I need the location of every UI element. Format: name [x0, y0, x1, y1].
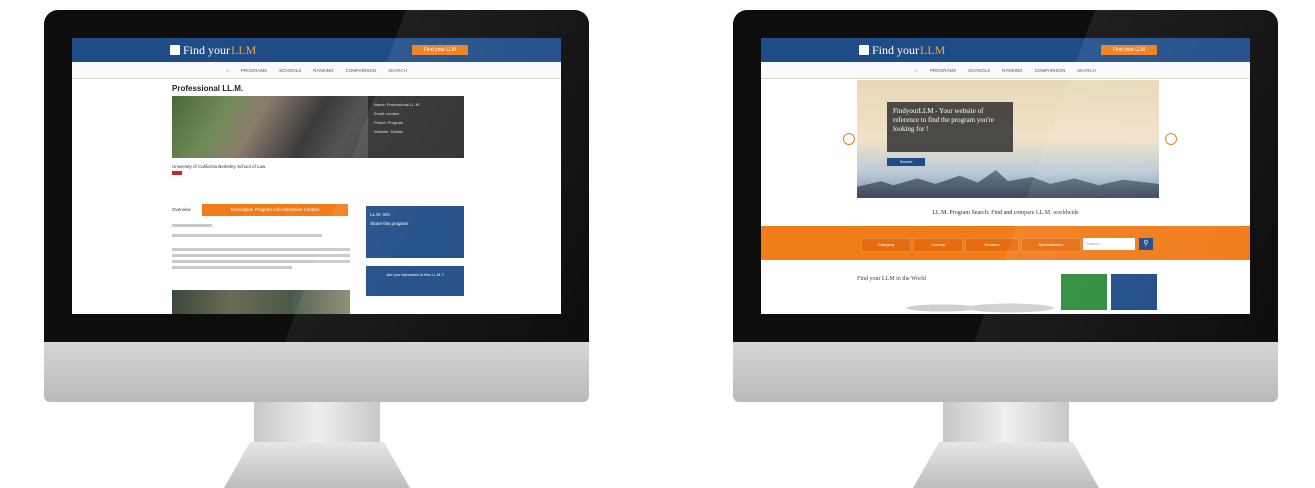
filter-category[interactable]: Category	[861, 238, 911, 252]
info-line: Email: contact	[374, 111, 400, 116]
screen-program-page: Find your LLM Find your LLM ⌂ PROGRAMS S…	[72, 38, 561, 314]
sidebar-info-box: LL.M. Info Share this program	[366, 206, 464, 258]
sidebar-contact-box[interactable]: Are you interested in this LL.M.?	[366, 266, 464, 296]
university-name[interactable]: University of California Berkeley School…	[172, 164, 265, 169]
carousel-prev-icon[interactable]	[843, 133, 855, 145]
text-line	[172, 234, 322, 237]
nav-item-search[interactable]: SEARCH	[1077, 68, 1096, 73]
text-line	[172, 254, 350, 257]
graduation-photo	[172, 290, 350, 314]
site-logo[interactable]: Find your LLM	[170, 42, 256, 58]
nav-item-schools[interactable]: SCHOOLS	[279, 68, 301, 73]
text-line	[172, 266, 292, 269]
logo-icon	[170, 45, 180, 55]
monitor-neck	[943, 402, 1069, 446]
city-skyline	[857, 170, 1159, 198]
text-line	[172, 260, 350, 263]
monitor-chin	[44, 342, 589, 402]
nav-item-comparison[interactable]: COMPARISON	[346, 68, 376, 73]
world-heading: Find your LLM in the World	[857, 276, 926, 282]
ad-banner-green[interactable]	[1061, 274, 1107, 310]
cta-button[interactable]: Find your LLM	[1101, 45, 1157, 55]
site-header: Find your LLM Find your LLM	[72, 38, 561, 62]
nav-item-search[interactable]: SEARCH	[388, 68, 407, 73]
nav-item-programs[interactable]: PROGRAMS	[241, 68, 267, 73]
filter-country[interactable]: Country	[913, 238, 963, 252]
monitor-stand	[224, 442, 410, 488]
filter-duration[interactable]: Duration	[965, 238, 1019, 252]
text-line	[172, 224, 212, 227]
nav-home-icon[interactable]: ⌂	[226, 68, 229, 73]
nav-item-programs[interactable]: PROGRAMS	[930, 68, 956, 73]
monitor-chin	[733, 342, 1278, 402]
monitor-neck	[254, 402, 380, 446]
logo-text: Find your	[183, 42, 231, 57]
nav-item-comparison[interactable]: COMPARISON	[1035, 68, 1065, 73]
text-line	[172, 248, 350, 251]
cta-button[interactable]: Find your LLM	[412, 45, 468, 55]
nav-home-icon[interactable]: ⌂	[915, 68, 918, 73]
logo-text: Find your	[872, 42, 920, 57]
program-banner: Name: Professional LL.M. Email: contact …	[172, 96, 464, 158]
info-line: Name: Professional LL.M.	[374, 102, 421, 107]
carousel-next-icon[interactable]	[1165, 133, 1177, 145]
flag-icon	[172, 171, 182, 175]
info-line: Website: Details	[374, 129, 403, 134]
world-map[interactable]	[891, 296, 1061, 314]
info-line: Phone: Program	[374, 120, 404, 125]
share-label[interactable]: Share this program	[370, 219, 460, 228]
monitor-stand	[913, 442, 1099, 488]
nav-item-ranking[interactable]: RANKING	[1002, 68, 1023, 73]
ad-banner-blue[interactable]	[1111, 274, 1157, 310]
program-info-box: Name: Professional LL.M. Email: contact …	[368, 96, 464, 158]
search-icon[interactable]: ⚲	[1139, 238, 1153, 250]
logo-icon	[859, 45, 869, 55]
sidebox-title: LL.M. Info	[370, 212, 391, 217]
screen-home-page: Find your LLM Find your LLM ⌂ PROGRAMS S…	[761, 38, 1250, 314]
nav-item-schools[interactable]: SCHOOLS	[968, 68, 990, 73]
nav-item-ranking[interactable]: RANKING	[313, 68, 334, 73]
tab-overview[interactable]: Overview	[172, 204, 200, 216]
main-nav: ⌂ PROGRAMS SCHOOLS RANKING COMPARISON SE…	[761, 62, 1250, 79]
monitor-bezel: Find your LLM Find your LLM ⌂ PROGRAMS S…	[44, 10, 589, 342]
program-tabs: Overview Description Program Info Admiss…	[172, 204, 348, 216]
tab-bar[interactable]: Description Program Info Admission Conta…	[202, 204, 348, 216]
hero-button[interactable]: Search	[887, 158, 925, 166]
main-nav: ⌂ PROGRAMS SCHOOLS RANKING COMPARISON SE…	[72, 62, 561, 79]
search-title: LL.M. Program Search: Find and compare L…	[932, 210, 1079, 216]
page-title: Professional LL.M.	[172, 84, 244, 93]
logo-llm: LLM	[920, 42, 946, 57]
hero-text: FindyourLLM - Your website of reference …	[887, 102, 1013, 152]
filter-specialization[interactable]: Specialization	[1021, 238, 1081, 252]
search-input[interactable]: Search...	[1083, 238, 1135, 250]
site-logo[interactable]: Find your LLM	[859, 42, 945, 58]
site-header: Find your LLM Find your LLM	[761, 38, 1250, 62]
monitor-right: Find your LLM Find your LLM ⌂ PROGRAMS S…	[733, 10, 1278, 488]
monitor-bezel: Find your LLM Find your LLM ⌂ PROGRAMS S…	[733, 10, 1278, 342]
monitor-left: Find your LLM Find your LLM ⌂ PROGRAMS S…	[44, 10, 589, 488]
hero-carousel: FindyourLLM - Your website of reference …	[857, 80, 1159, 198]
logo-llm: LLM	[231, 42, 257, 57]
